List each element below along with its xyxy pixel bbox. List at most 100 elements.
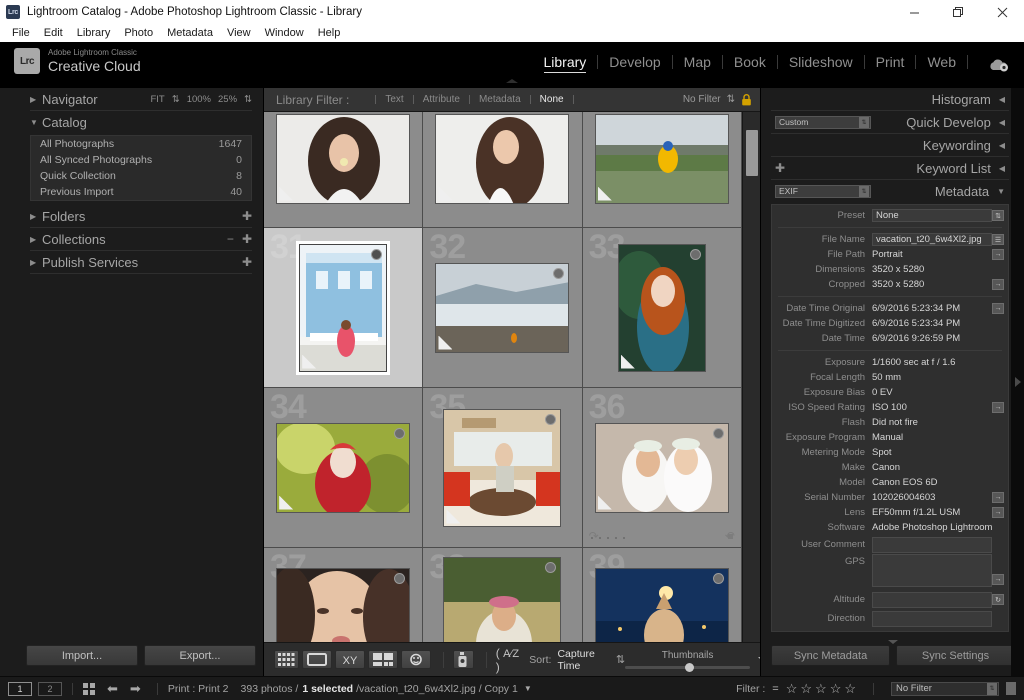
right-panel-toggle[interactable] [1011,88,1024,676]
keyword-list-header[interactable]: ✚ Keyword List ◀ [769,157,1011,179]
catalog-item-quick-collection[interactable]: Quick Collection 8 [31,168,251,184]
thumbnail[interactable] [435,113,570,204]
list-icon[interactable]: ☰ [992,234,1004,245]
identity-plate[interactable]: Lrc Adobe Lightroom Classic Creative Clo… [14,48,141,74]
thumbnail[interactable] [594,422,729,513]
zoom-fit[interactable]: FIT [150,94,164,105]
minimize-button[interactable] [892,0,936,24]
goto-icon[interactable]: → [992,303,1004,314]
thumbnail[interactable] [276,567,411,642]
add-keyword-icon[interactable]: ✚ [775,162,785,174]
star-rating-filter[interactable]: ☆ ☆ ☆ ☆ ☆ [786,681,856,697]
grid-view-icon[interactable] [274,650,299,669]
add-folder-icon[interactable]: ✚ [242,210,252,222]
sort-az-icon[interactable]: ( A⁄Z ) [496,646,521,674]
grid-scrollbar[interactable] [742,112,760,642]
stepper-icon[interactable]: ⇅ [992,210,1004,221]
thumbnail[interactable] [594,567,729,642]
loupe-view-icon[interactable] [302,650,332,669]
keywording-header[interactable]: Keywording ◀ [769,134,1011,156]
badge-circle-icon[interactable] [712,572,724,584]
module-slideshow[interactable]: Slideshow [778,54,864,70]
thumbnail[interactable] [276,113,411,204]
close-button[interactable] [980,0,1024,24]
filter-preset-dropdown[interactable]: No Filter ⇅ [891,681,999,696]
zoom-25[interactable]: 25% [218,94,237,105]
grid-cell-selected[interactable]: 31 [264,228,424,388]
navigator-header[interactable]: ▶ Navigator FIT ⇅ 100% 25% ⇅ [26,88,256,110]
module-web[interactable]: Web [916,54,967,70]
star-2[interactable]: ☆ [800,681,812,697]
grid-toggle-icon[interactable] [83,682,95,695]
thumbnail[interactable] [594,113,729,204]
metadata-row-direction[interactable]: Direction [772,609,1008,628]
sort-value[interactable]: Capture Time [557,648,609,672]
metadata-row-date-time-original[interactable]: Date Time Original 6/9/2016 5:23:34 PM → [772,301,1008,316]
menu-edit[interactable]: Edit [37,24,70,42]
grid-cell[interactable]: 32 [423,228,583,388]
page-1-button[interactable]: 1 [8,681,32,696]
goto-icon[interactable]: → [992,507,1004,518]
star-3[interactable]: ☆ [815,681,827,697]
top-panel-toggle-icon[interactable] [506,79,518,83]
filter-operator[interactable]: = [772,683,778,695]
slider-knob[interactable] [685,663,695,672]
grid-scrollbar-thumb[interactable] [746,130,758,176]
thumbnail[interactable] [435,262,570,353]
sync-metadata-button[interactable]: Sync Metadata [771,645,890,666]
goto-icon[interactable]: → [992,249,1004,260]
value[interactable] [872,610,992,627]
filter-preset-stepper-icon[interactable]: ⇅ [727,94,735,105]
grid-cell[interactable] [264,112,424,228]
catalog-item-all-photographs[interactable]: All Photographs 1647 [31,136,251,152]
export-button[interactable]: Export... [144,645,256,666]
compare-view-icon[interactable]: XY [335,650,365,669]
menu-window[interactable]: Window [258,24,311,42]
add-publish-service-icon[interactable]: ✚ [242,256,252,268]
catalog-header[interactable]: ▼ Catalog [26,111,256,133]
grid-cell[interactable] [423,112,583,228]
star-5[interactable]: ☆ [844,681,856,697]
value[interactable] [872,536,992,553]
menu-help[interactable]: Help [311,24,348,42]
goto-icon[interactable]: → [992,279,1004,290]
metadata-row-preset[interactable]: Preset None ⇅ [772,208,1008,223]
catalog-item-all-synced-photographs[interactable]: All Synced Photographs 0 [31,152,251,168]
menu-metadata[interactable]: Metadata [160,24,220,42]
quick-develop-preset-combo[interactable]: Custom ⇅ [775,115,871,129]
grid-cell[interactable]: 34 [264,388,424,548]
metadata-row-user-comment[interactable]: User Comment [772,535,1008,554]
metadata-row-altitude[interactable]: Altitude ↻ [772,590,1008,609]
stepper-icon[interactable]: ⇅ [859,116,869,128]
grid-cell[interactable]: 37 [264,548,424,642]
grid-cell[interactable]: 39 [582,548,742,642]
add-collection-icon[interactable]: ✚ [242,233,252,245]
module-book[interactable]: Book [723,54,777,70]
goto-icon[interactable]: → [992,402,1004,413]
remove-collection-icon[interactable]: − [227,233,234,245]
goto-icon[interactable]: → [992,492,1004,503]
badge-circle-icon[interactable] [371,248,383,260]
zoom-stepper-icon[interactable]: ⇅ [244,94,252,105]
restore-button[interactable] [936,0,980,24]
stepper-icon[interactable]: ⇅ [859,185,869,197]
filter-tab-metadata[interactable]: Metadata [470,94,530,105]
sync-settings-button[interactable]: Sync Settings [896,645,1015,666]
goto-icon[interactable]: → [992,574,1004,585]
star-1[interactable]: ☆ [786,681,798,697]
module-develop[interactable]: Develop [598,54,671,70]
photo-grid[interactable]: 31 32 33 34 35 36 ↷ ↶ [264,112,742,642]
survey-view-icon[interactable] [368,650,398,669]
metadata-header[interactable]: EXIF ⇅ Metadata ▼ [769,180,1011,202]
chevron-down-icon[interactable]: ▼ [524,684,532,693]
cloud-sync-icon[interactable] [988,58,1010,76]
sort-stepper-icon[interactable]: ⇅ [616,653,625,666]
people-view-icon[interactable] [401,650,431,669]
collections-header[interactable]: ▶ Collections − ✚ [26,228,256,250]
stepper-icon[interactable]: ⇅ [987,682,997,695]
spray-can-icon[interactable] [452,650,474,669]
metadata-set-combo[interactable]: EXIF ⇅ [775,184,871,198]
navigator-zoom-controls[interactable]: FIT ⇅ 100% 25% ⇅ [150,94,252,105]
grid-cell[interactable]: 33 [582,228,742,388]
panel-scroll-down-icon[interactable] [887,640,898,644]
